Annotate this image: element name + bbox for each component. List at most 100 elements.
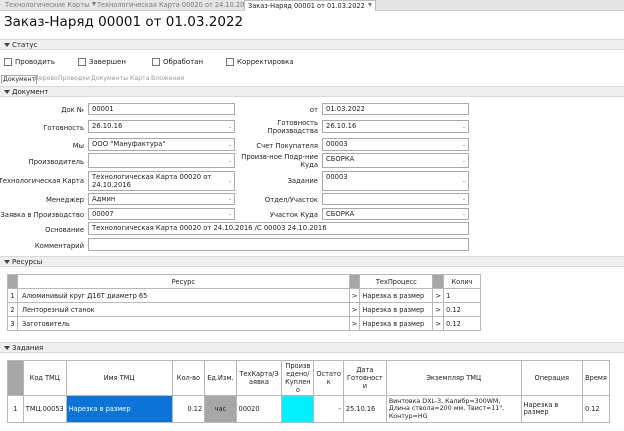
dropdown-dash-icon[interactable]: - — [463, 178, 465, 185]
checkbox-post[interactable] — [4, 58, 12, 66]
field-value: 00003 — [326, 173, 348, 181]
dept-section-field[interactable]: - — [322, 193, 469, 205]
table-row[interactable]: 2 Ленторезный станок > Нарезка в размер … — [7, 302, 481, 317]
tab-bar: Технологические Карты Технологическая Ка… — [0, 0, 624, 11]
tech-card-field[interactable]: Технологическая Карта 00020 от 24.10.201… — [88, 171, 235, 191]
dropdown-dash-icon[interactable]: - — [229, 142, 231, 149]
dropdown-dash-icon[interactable]: - — [229, 124, 231, 131]
task-field[interactable]: 00003 - — [322, 171, 469, 191]
resource-name[interactable]: Заготовитель — [16, 316, 350, 331]
unit-value[interactable]: час — [204, 395, 237, 423]
table-row[interactable]: 1 ТМЦ.00053 Нарезка в размер 0.12 час 00… — [7, 395, 611, 423]
section-title: Документ — [12, 88, 49, 96]
header-instance[interactable]: Экземпляр ТМЦ — [385, 360, 522, 396]
arrow-icon[interactable]: > — [432, 302, 445, 317]
operation-value[interactable]: Нарезка в размер — [520, 395, 583, 423]
qty-value[interactable]: 0.12 — [443, 302, 481, 317]
tab-work-order[interactable]: Заказ-Наряд 00001 от 01.03.2022 — [244, 0, 376, 11]
process-name[interactable]: Нарезка в размер — [359, 302, 434, 317]
readiness-field[interactable]: 26.10.16 - — [88, 120, 235, 133]
rest-value[interactable]: - — [313, 395, 344, 423]
field-value: 26.10.16 — [92, 122, 123, 130]
qty-value[interactable]: 1 — [443, 288, 481, 303]
header-time[interactable]: Время — [581, 360, 611, 396]
arrow-icon[interactable]: > — [432, 288, 445, 303]
resources-table: Ресурс ТехПроцесс Колич 1 Алюминивый кру… — [7, 274, 481, 331]
date-label: от — [309, 106, 318, 114]
instance-value[interactable]: Винтовка DXL-3, Калибр=300WM, Длина ство… — [385, 395, 522, 423]
tab-tech-card-00020[interactable]: Технологическая Карта 00020 от 24.10.201… — [94, 0, 263, 11]
checkbox-correction[interactable] — [226, 58, 234, 66]
header-techcard[interactable]: ТехКарта/З аявка — [235, 360, 283, 396]
dropdown-dash-icon[interactable]: - — [229, 158, 231, 165]
section-tasks[interactable]: Задания — [0, 342, 624, 353]
section-to-field[interactable]: СБОРКА - — [322, 208, 469, 220]
process-name[interactable]: Нарезка в размер — [359, 288, 434, 303]
section-document[interactable]: Документ — [0, 86, 624, 97]
dropdown-dash-icon[interactable]: - — [229, 178, 231, 186]
comment-field[interactable] — [88, 238, 469, 251]
dropdown-dash-icon[interactable]: - — [463, 142, 465, 149]
dropdown-dash-icon[interactable]: - — [229, 211, 231, 218]
subtab-postings[interactable]: Проводки — [57, 75, 91, 84]
header-code[interactable]: Код ТМЦ — [22, 360, 67, 396]
field-value: 00007 — [92, 210, 114, 218]
manager-field[interactable]: Админ - — [88, 193, 235, 205]
dropdown-dash-icon[interactable]: - — [463, 124, 465, 131]
chevron-down-icon — [4, 43, 10, 47]
checkbox-processed[interactable] — [152, 58, 160, 66]
subtab-attachments[interactable]: Вложения — [150, 75, 185, 84]
header-unit[interactable]: Ед.Изм. — [204, 360, 237, 396]
subtab-map[interactable]: Карта — [129, 75, 151, 84]
prod-readiness-field[interactable]: 26.10.16 - — [322, 120, 469, 133]
subtab-tree[interactable]: Дерево — [33, 75, 59, 84]
producer-field[interactable]: - — [88, 153, 235, 168]
header-qty[interactable]: Кол-во — [171, 360, 206, 396]
arrow-icon[interactable]: > — [348, 288, 361, 303]
section-status[interactable]: Статус — [0, 39, 624, 50]
basis-field[interactable]: Технологическая Карта 00020 от 24.10.201… — [88, 222, 469, 235]
produced-value[interactable] — [281, 395, 315, 423]
header-date[interactable]: Дата Готовност и — [342, 360, 387, 396]
invoice-field[interactable]: 00003 - — [322, 138, 469, 151]
row-number: 3 — [7, 316, 18, 331]
production-order-label: Заявка в Производство — [0, 211, 84, 219]
production-order-field[interactable]: 00007 - — [88, 208, 235, 220]
date-value[interactable]: 25.10.16 — [342, 395, 387, 423]
header-process[interactable]: ТехПроцесс — [359, 274, 434, 289]
table-row[interactable]: 3 Заготовитель > Нарезка в размер > 0.12 — [7, 316, 481, 331]
header-rest[interactable]: Остато к — [313, 360, 344, 396]
we-field[interactable]: ООО "Мануфактура" - — [88, 138, 235, 151]
arrow-icon[interactable]: > — [432, 316, 445, 331]
time-value[interactable]: 0.12 — [581, 395, 611, 423]
tab-tech-cards[interactable]: Технологические Карты — [2, 0, 99, 11]
dropdown-dash-icon[interactable]: - — [463, 158, 465, 165]
header-resource[interactable]: Ресурс — [16, 274, 350, 289]
code-value[interactable]: ТМЦ.00053 — [22, 395, 67, 423]
dropdown-dash-icon[interactable]: - — [229, 196, 231, 203]
resource-name[interactable]: Ленторезный станок — [16, 302, 350, 317]
checkbox-completed[interactable] — [78, 58, 86, 66]
header-name[interactable]: Имя ТМЦ — [65, 360, 173, 396]
date-field[interactable]: 01.03.2022 — [322, 103, 469, 115]
arrow-icon[interactable]: > — [348, 316, 361, 331]
producer-dept-field[interactable]: СБОРКА - — [322, 153, 469, 168]
header-qty[interactable]: Колич — [443, 274, 481, 289]
dropdown-dash-icon[interactable]: - — [463, 196, 465, 203]
resource-name[interactable]: Алюминивый круг Д16Т диаметр 65 — [16, 288, 350, 303]
subtab-documents[interactable]: Документы — [90, 75, 129, 84]
table-row[interactable]: 1 Алюминивый круг Д16Т диаметр 65 > Наре… — [7, 288, 481, 303]
doc-no-field[interactable]: 00001 — [88, 103, 235, 115]
chevron-down-icon[interactable] — [367, 3, 372, 7]
arrow-icon[interactable]: > — [348, 302, 361, 317]
name-value-selected[interactable]: Нарезка в размер — [65, 395, 173, 423]
techcard-value[interactable]: 00020 — [235, 395, 283, 423]
section-resources[interactable]: Ресурсы — [0, 256, 624, 267]
process-name[interactable]: Нарезка в размер — [359, 316, 434, 331]
header-produced[interactable]: Произв едено/ Куплен о — [281, 360, 315, 396]
subtab-document[interactable]: Документ — [1, 75, 38, 84]
header-operation[interactable]: Операция — [520, 360, 583, 396]
dropdown-dash-icon[interactable]: - — [463, 211, 465, 218]
qty-value[interactable]: 0.12 — [171, 395, 206, 423]
qty-value[interactable]: 0.12 — [443, 316, 481, 331]
